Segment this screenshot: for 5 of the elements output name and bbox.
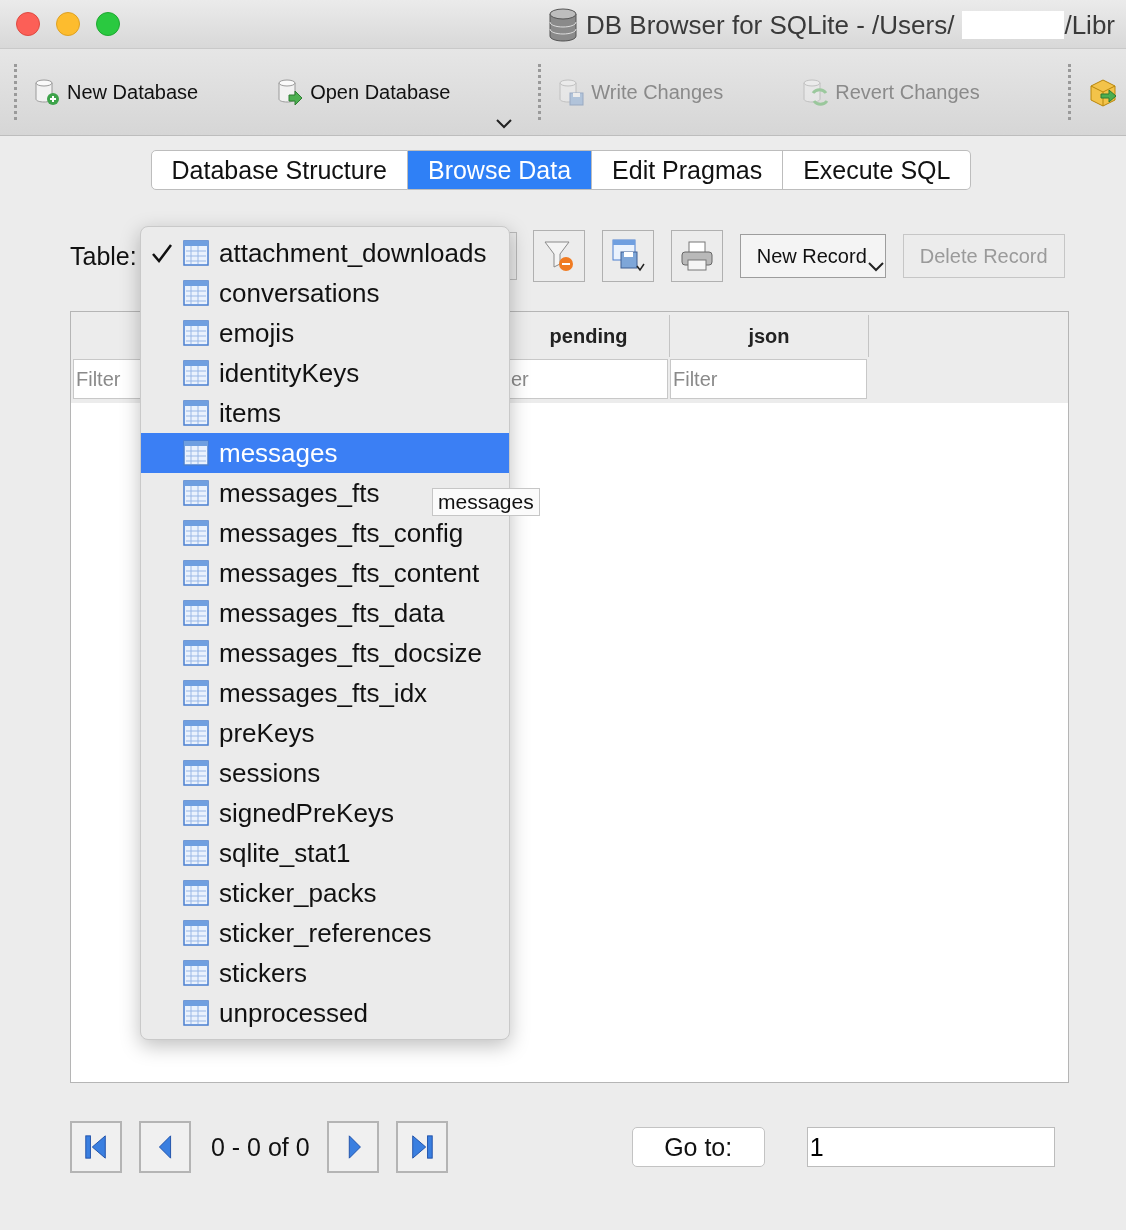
record-range: 0 - 0 of 0 bbox=[211, 1132, 310, 1162]
tooltip: messages bbox=[432, 488, 540, 516]
table-label: Table: bbox=[70, 241, 137, 271]
window-title: DB Browser for SQLite - /Users/ bbox=[586, 9, 955, 41]
window-title: /Libr bbox=[1064, 9, 1115, 41]
